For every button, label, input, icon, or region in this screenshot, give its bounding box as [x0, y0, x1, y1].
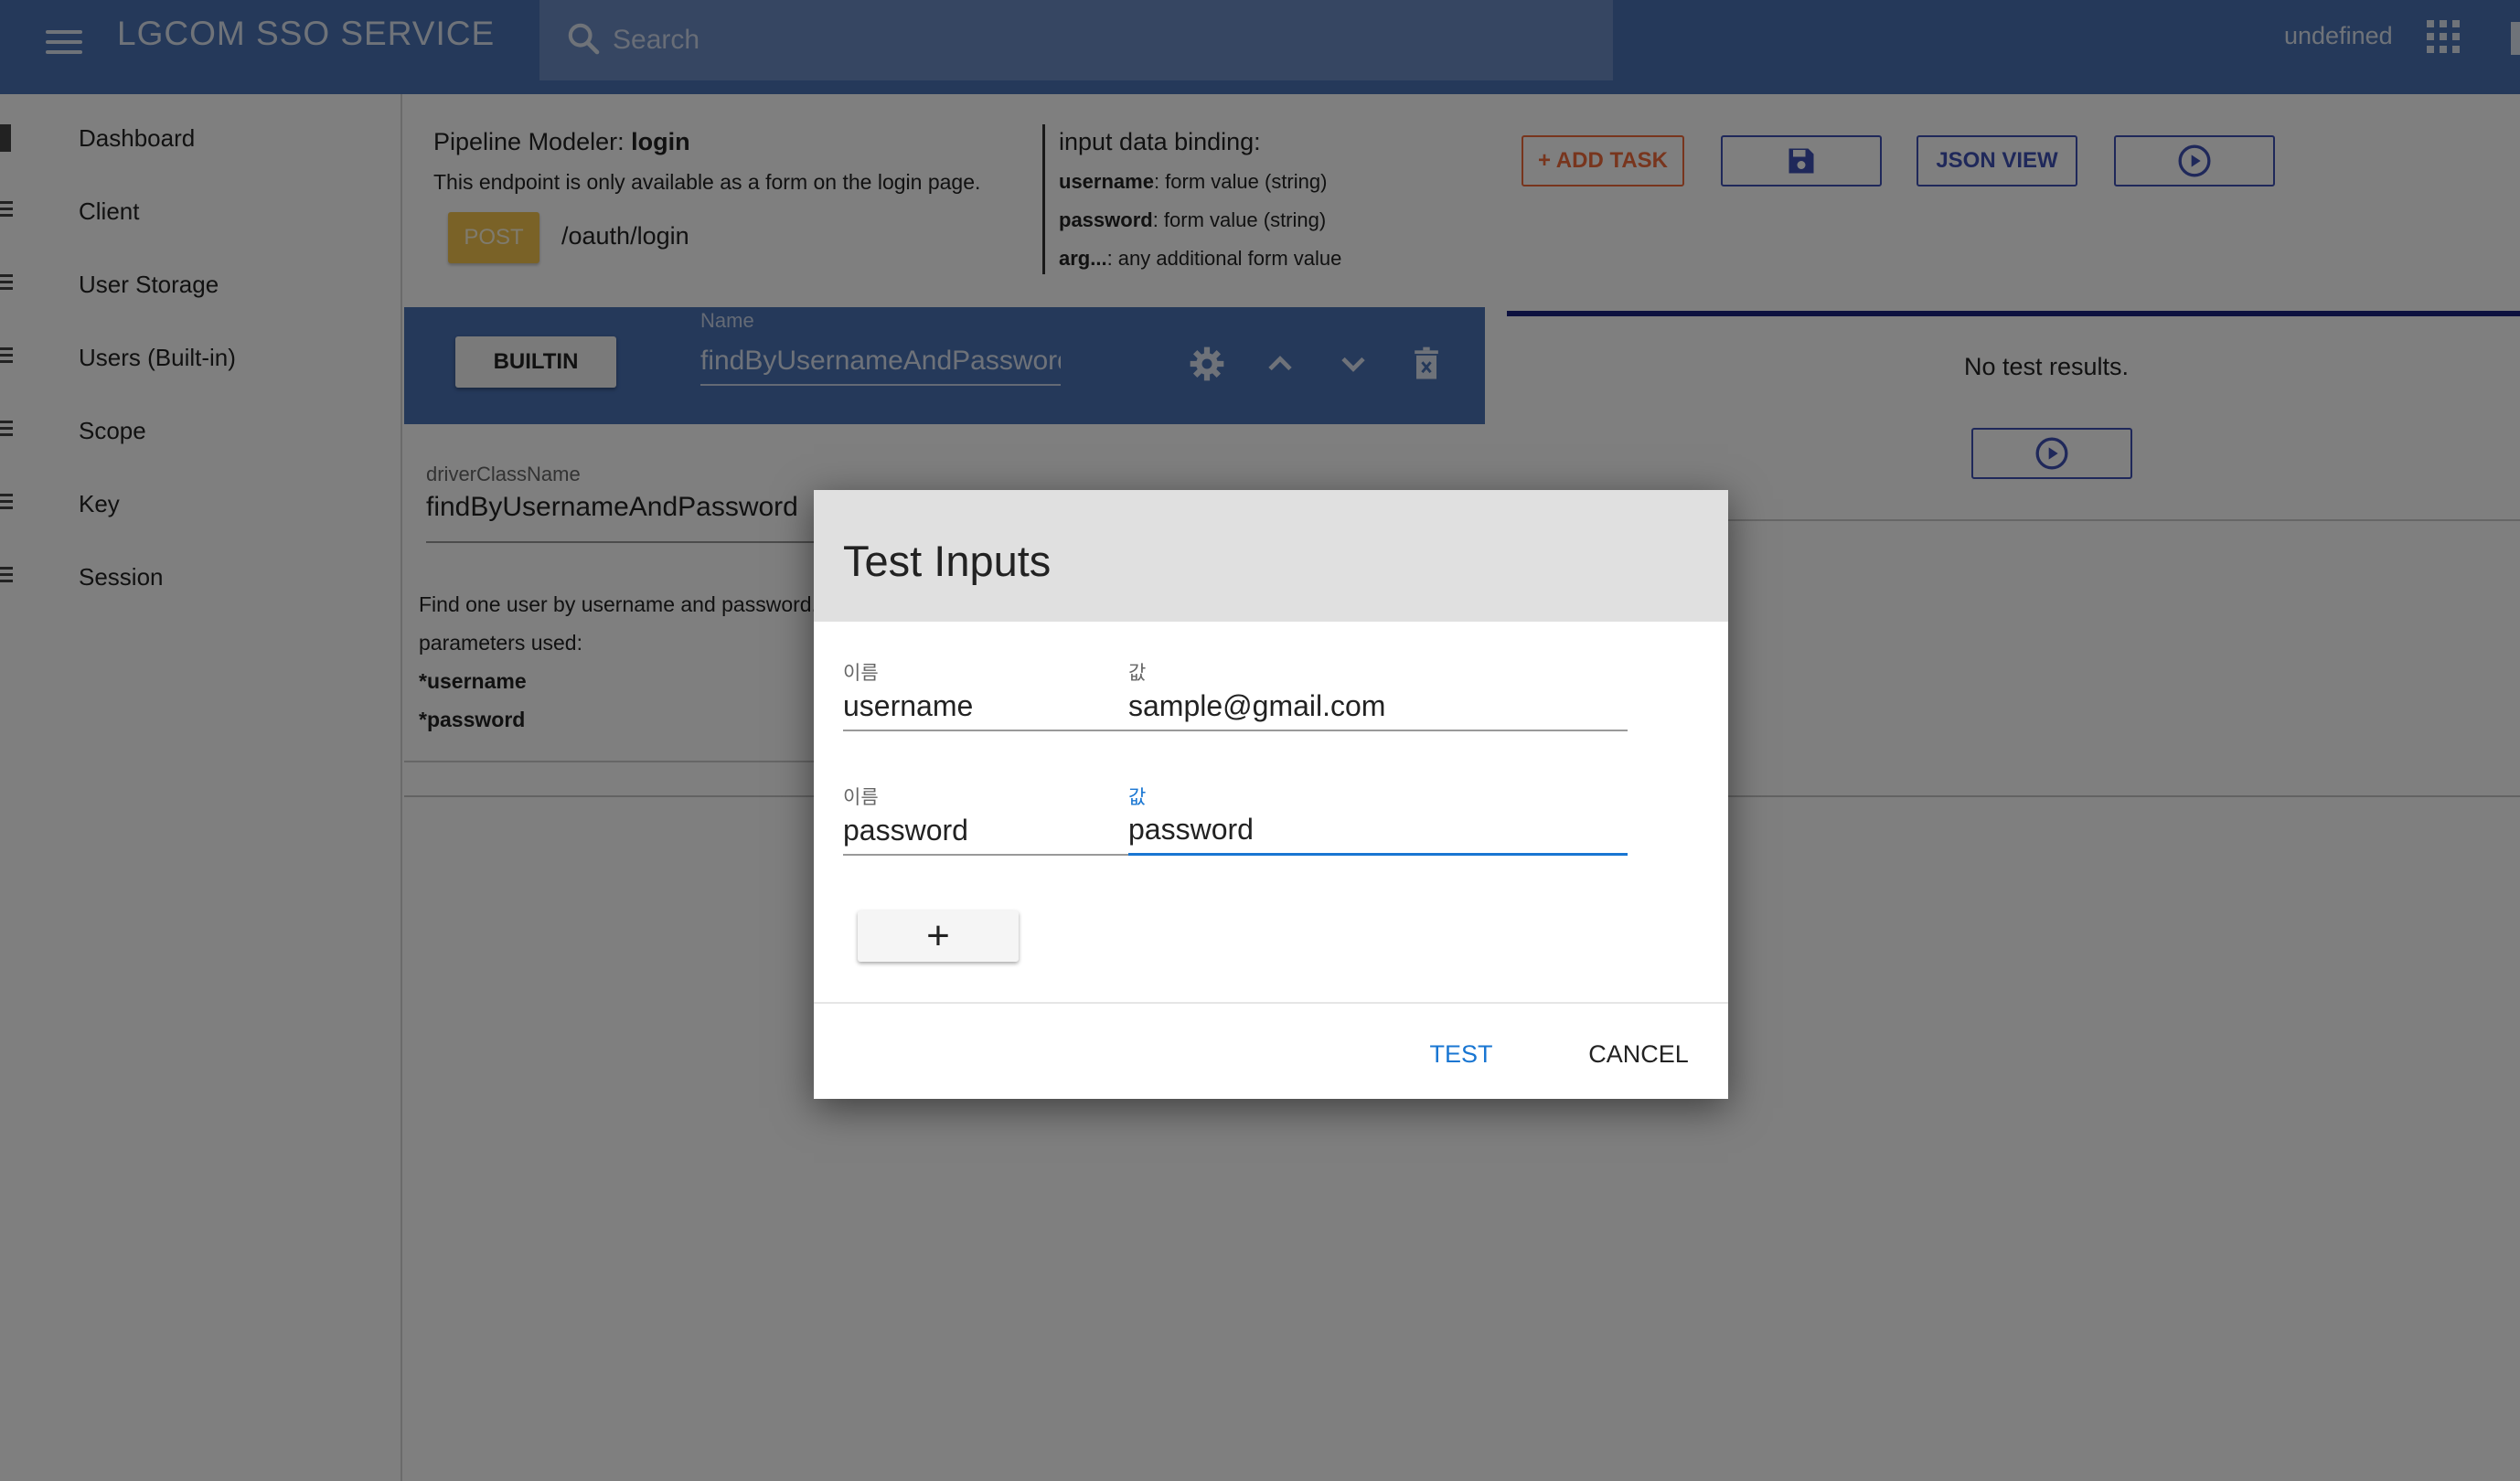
dialog-title: Test Inputs: [843, 537, 1052, 585]
value-field-input[interactable]: [1128, 806, 1628, 856]
value-field-input[interactable]: [1128, 682, 1628, 731]
test-button[interactable]: TEST: [1404, 1031, 1518, 1077]
dialog-header: Test Inputs: [814, 490, 1728, 622]
divider: [814, 1002, 1728, 1004]
name-field-input[interactable]: [843, 682, 1130, 731]
name-field-input[interactable]: [843, 806, 1130, 856]
cancel-button[interactable]: CANCEL: [1569, 1031, 1708, 1077]
test-inputs-dialog: Test Inputs 이름 값 이름 값 + TEST CANCEL: [814, 490, 1728, 1099]
add-input-button[interactable]: +: [858, 911, 1019, 962]
